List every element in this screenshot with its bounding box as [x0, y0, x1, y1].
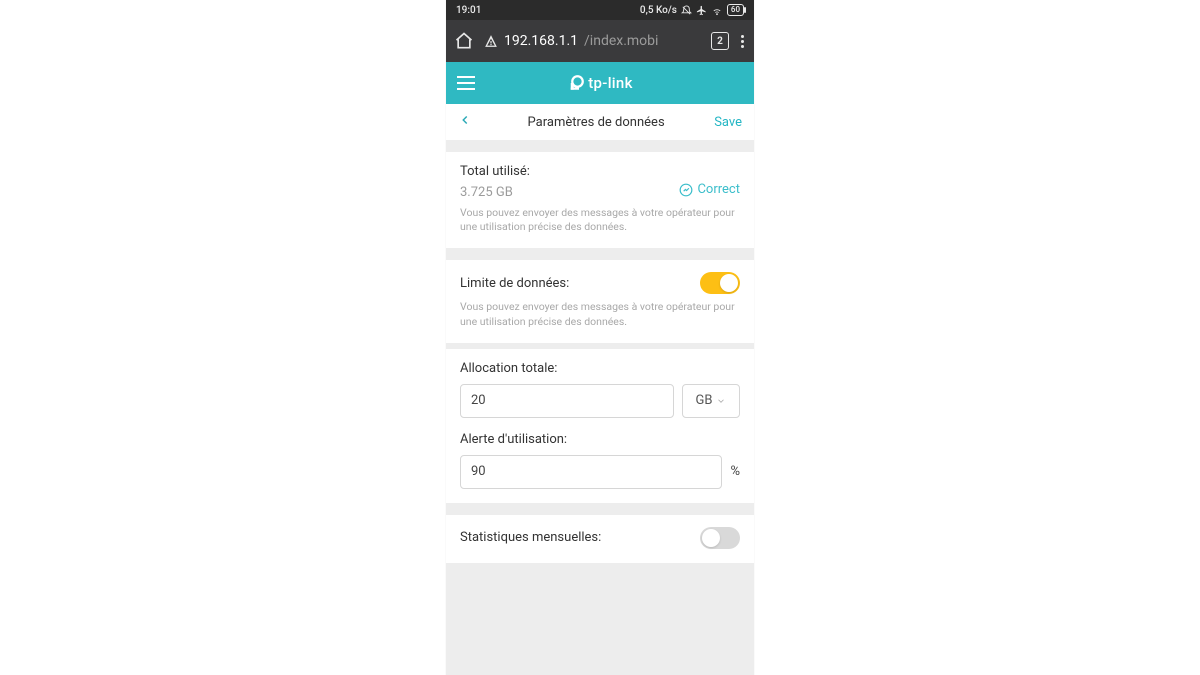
- tplink-logo: tp-link: [486, 74, 754, 92]
- airplane-icon: [696, 5, 707, 16]
- allocation-label: Allocation totale:: [460, 361, 740, 376]
- monthly-stats-label: Statistiques mensuelles:: [460, 530, 601, 545]
- total-used-value: 3.725 GB: [460, 185, 513, 200]
- allocation-section: Allocation totale: 20 GB Alerte d'utilis…: [446, 349, 754, 503]
- section-divider: [446, 248, 754, 260]
- alert-label: Alerte d'utilisation:: [460, 432, 740, 447]
- data-limit-desc: Vous pouvez envoyer des messages à votre…: [460, 300, 740, 328]
- section-divider: [446, 503, 754, 515]
- url-path: /index.mobi: [584, 33, 658, 49]
- browser-bar: 192.168.1.1/index.mobi 2: [446, 20, 754, 62]
- insecure-icon: [484, 34, 498, 48]
- android-status-bar: 19:01 0,5 Ko/s 60: [446, 0, 754, 20]
- allocation-unit-value: GB: [696, 393, 713, 408]
- page-header: Paramètres de données Save: [446, 104, 754, 140]
- tplink-brand-text: tp-link: [588, 74, 632, 92]
- wifi-icon: [711, 5, 723, 16]
- bell-off-icon: [681, 5, 692, 16]
- monthly-stats-toggle[interactable]: [700, 527, 740, 549]
- monthly-stats-section: Statistiques mensuelles:: [446, 515, 754, 563]
- total-used-desc: Vous pouvez envoyer des messages à votre…: [460, 206, 740, 234]
- status-time: 19:01: [456, 5, 481, 16]
- section-divider: [446, 140, 754, 152]
- home-icon[interactable]: [454, 31, 474, 51]
- page-title: Paramètres de données: [478, 115, 714, 130]
- alert-suffix: %: [730, 464, 740, 479]
- total-used-section: Total utilisé: 3.725 GB Correct Vous pou…: [446, 152, 754, 248]
- back-button[interactable]: [458, 113, 478, 131]
- url-host: 192.168.1.1: [504, 33, 578, 49]
- browser-menu-icon[interactable]: [739, 35, 746, 48]
- data-limit-section: Limite de données: Vous pouvez envoyer d…: [446, 260, 754, 342]
- status-data-rate: 0,5 Ko/s: [640, 5, 677, 16]
- tab-count-value: 2: [717, 36, 723, 47]
- battery-icon: 60: [727, 4, 744, 16]
- correct-button[interactable]: Correct: [679, 182, 740, 197]
- allocation-input[interactable]: 20: [460, 384, 674, 418]
- tplink-header: tp-link: [446, 62, 754, 104]
- alert-value: 90: [471, 464, 486, 479]
- status-right-cluster: 0,5 Ko/s 60: [640, 4, 744, 16]
- data-limit-label: Limite de données:: [460, 276, 569, 291]
- hamburger-icon[interactable]: [446, 76, 486, 90]
- correct-label: Correct: [697, 182, 740, 197]
- total-used-label: Total utilisé:: [460, 164, 740, 179]
- data-limit-toggle[interactable]: [700, 272, 740, 294]
- phone-frame: 19:01 0,5 Ko/s 60 192.1: [445, 0, 755, 675]
- alert-input[interactable]: 90: [460, 455, 722, 489]
- chevron-down-icon: [716, 396, 726, 406]
- allocation-value: 20: [471, 393, 486, 408]
- empty-area: [446, 563, 754, 675]
- battery-text: 60: [731, 5, 740, 15]
- tab-count-button[interactable]: 2: [711, 32, 729, 50]
- save-button[interactable]: Save: [714, 115, 742, 130]
- allocation-unit-select[interactable]: GB: [682, 384, 740, 418]
- url-bar[interactable]: 192.168.1.1/index.mobi: [484, 33, 701, 49]
